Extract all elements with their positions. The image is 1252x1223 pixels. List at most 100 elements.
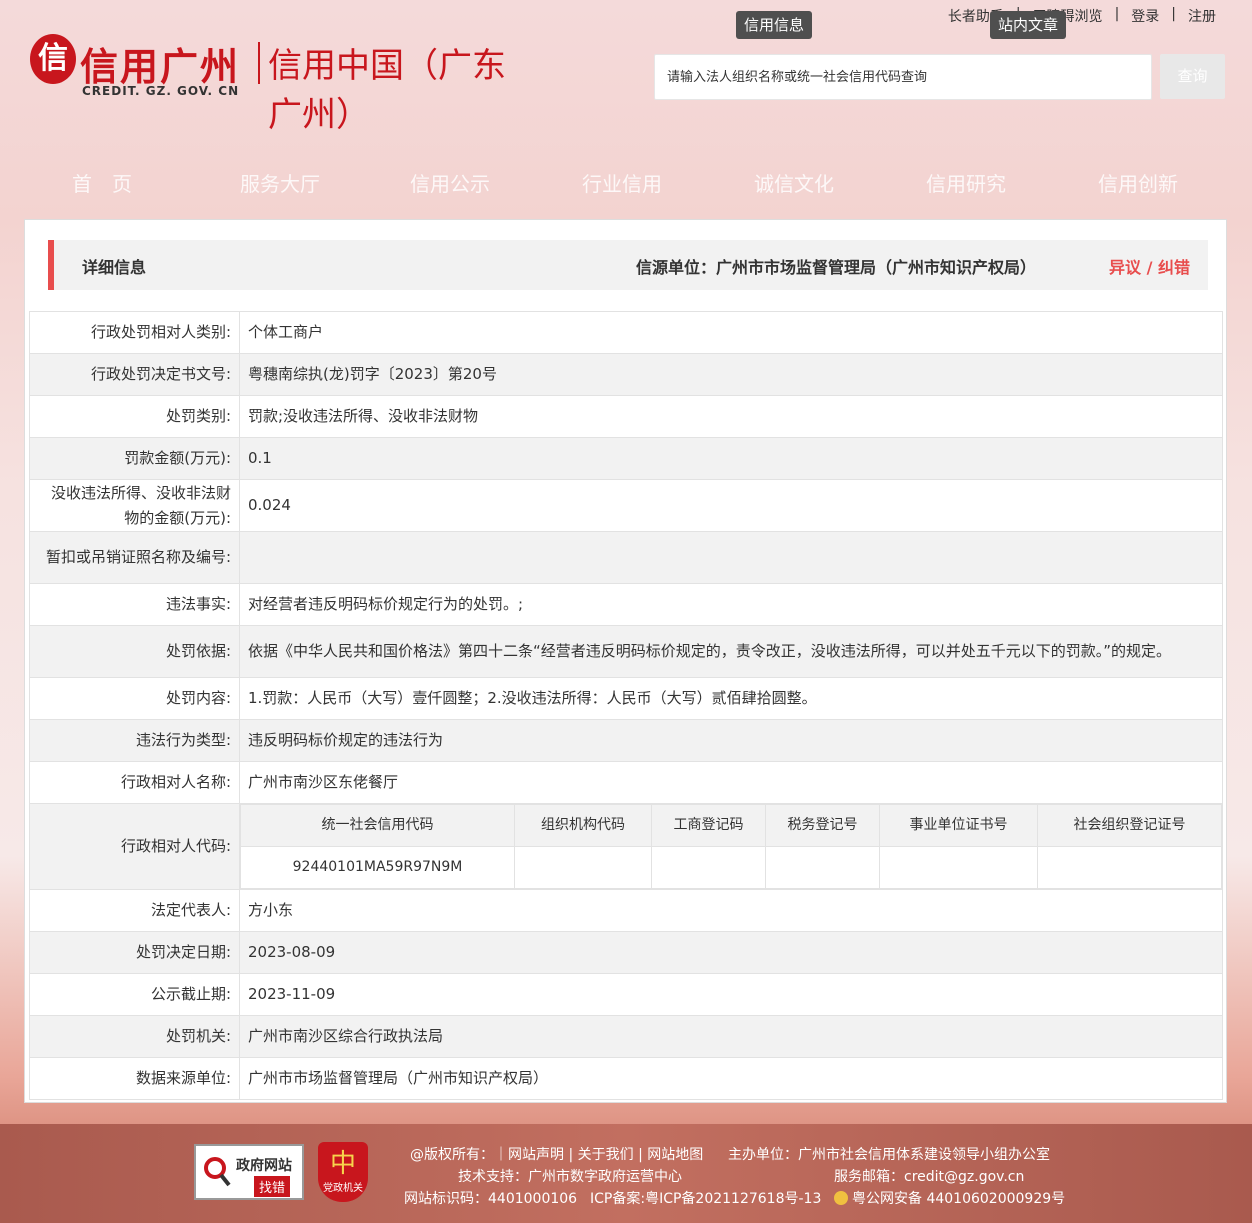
- codes-value: [651, 846, 766, 889]
- codes-header: 组织机构代码: [514, 804, 652, 847]
- table-row: 违法事实: 对经营者违反明码标价规定行为的处罚。;: [29, 583, 1223, 626]
- row-value: 广州市市场监督管理局（广州市知识产权局）: [239, 1057, 1223, 1100]
- objection-link[interactable]: 异议 / 纠错: [1109, 254, 1190, 278]
- codes-header: 税务登记号: [765, 804, 880, 847]
- codes-value: [514, 846, 652, 889]
- row-value: 1.罚款：人民币（大写）壹仟圆整；2.没收违法所得：人民币（大写）贰佰肆拾圆整。: [239, 677, 1223, 720]
- table-row: 行政相对人代码: 统一社会信用代码 组织机构代码 工商登记码 税务登记号 事业单…: [29, 803, 1223, 890]
- logo-subtitle: 信用中国（广东广州）: [268, 46, 506, 135]
- footer-icp[interactable]: ICP备案:粤ICP备2021127618号-13: [590, 1188, 821, 1208]
- row-label: 没收违法所得、没收非法财物的金额(万元):: [29, 479, 240, 532]
- row-label: 公示截止期:: [29, 973, 240, 1016]
- codes-header-row: 统一社会信用代码 组织机构代码 工商登记码 税务登记号 事业单位证书号 社会组织…: [240, 804, 1222, 847]
- logo-domain: CREDIT. GZ. GOV. CN: [82, 84, 240, 98]
- table-row: 处罚机关: 广州市南沙区综合行政执法局: [29, 1015, 1223, 1058]
- table-row: 公示截止期: 2023-11-09: [29, 973, 1223, 1016]
- nav-credit-research[interactable]: 信用研究: [926, 168, 1006, 197]
- row-label: 处罚机关:: [29, 1015, 240, 1058]
- nav-home[interactable]: 首 页: [72, 168, 132, 197]
- codes-header: 统一社会信用代码: [240, 804, 515, 847]
- panel-title: 详细信息: [82, 258, 147, 277]
- footer-copyright-links[interactable]: @版权所有：｜网站声明 | 关于我们 | 网站地图: [410, 1144, 703, 1164]
- row-value: 罚款;没收违法所得、没收非法财物: [239, 395, 1223, 438]
- top-links: 长者助手| 无障碍浏览| 登录| 注册: [936, 6, 1228, 26]
- gov-badge-title: 政府网站: [236, 1158, 292, 1174]
- row-value: [239, 531, 1223, 584]
- table-row: 暂扣或吊销证照名称及编号:: [29, 531, 1223, 584]
- table-row: 行政处罚相对人类别: 个体工商户: [29, 311, 1223, 354]
- row-value: 违反明码标价规定的违法行为: [239, 719, 1223, 762]
- login-link[interactable]: 登录: [1119, 6, 1171, 26]
- table-row: 违法行为类型: 违反明码标价规定的违法行为: [29, 719, 1223, 762]
- row-value: 依据《中华人民共和国价格法》第四十二条“经营者违反明码标价规定的，责令改正，没收…: [239, 625, 1223, 678]
- logo-divider: [258, 42, 260, 84]
- footer-police-record[interactable]: 粤公网安备 44010602000929号: [834, 1188, 1065, 1208]
- row-label: 违法事实:: [29, 583, 240, 626]
- nav-service-hall[interactable]: 服务大厅: [240, 168, 320, 197]
- table-row: 处罚类别: 罚款;没收违法所得、没收非法财物: [29, 395, 1223, 438]
- row-value: 方小东: [239, 889, 1223, 932]
- row-value: 对经营者违反明码标价规定行为的处罚。;: [239, 583, 1223, 626]
- row-value: 0.1: [239, 437, 1223, 480]
- source-unit: 信源单位：广州市市场监督管理局（广州市知识产权局）: [635, 258, 1036, 277]
- row-label: 行政相对人代码:: [29, 803, 240, 890]
- gov-site-error-badge[interactable]: 政府网站 找错: [194, 1144, 304, 1200]
- party-emblem-icon: 中: [329, 1149, 356, 1179]
- row-label: 处罚决定日期:: [29, 931, 240, 974]
- row-value: 0.024: [239, 479, 1223, 532]
- search-input[interactable]: 请输入法人组织名称或统一社会信用代码查询: [654, 54, 1152, 100]
- gov-badge-action: 找错: [254, 1176, 291, 1197]
- row-value: 2023-08-09: [239, 931, 1223, 974]
- table-row: 罚款金额(万元): 0.1: [29, 437, 1223, 480]
- party-gov-badge[interactable]: 中 党政机关: [318, 1142, 368, 1202]
- table-row: 法定代表人: 方小东: [29, 889, 1223, 932]
- codes-header: 工商登记码: [651, 804, 766, 847]
- codes-header: 社会组织登记证号: [1037, 804, 1222, 847]
- tab-site-articles[interactable]: 站内文章: [990, 11, 1067, 39]
- row-value: 个体工商户: [239, 311, 1223, 354]
- table-row: 行政相对人名称: 广州市南沙区东佬餐厅: [29, 761, 1223, 804]
- table-row: 处罚内容: 1.罚款：人民币（大写）壹仟圆整；2.没收违法所得：人民币（大写）贰…: [29, 677, 1223, 720]
- table-row: 数据来源单位: 广州市市场监督管理局（广州市知识产权局）: [29, 1057, 1223, 1100]
- table-row: 行政处罚决定书文号: 粤穗南综执(龙)罚字〔2023〕第20号: [29, 353, 1223, 396]
- codes-value: [1037, 846, 1222, 889]
- row-value: 2023-11-09: [239, 973, 1223, 1016]
- footer-site-id: 网站标识码：4401000106: [404, 1191, 578, 1207]
- row-label: 行政处罚决定书文号:: [29, 353, 240, 396]
- nav-credit-innovation[interactable]: 信用创新: [1098, 168, 1178, 197]
- logo-mark-icon: 信: [30, 34, 76, 84]
- nav-credit-public[interactable]: 信用公示: [410, 168, 490, 197]
- nav-industry-credit[interactable]: 行业信用: [582, 168, 662, 197]
- site-logo[interactable]: 信 信用广州 CREDIT. GZ. GOV. CN 信用中国（广东广州）: [30, 34, 530, 135]
- row-label: 处罚内容:: [29, 677, 240, 720]
- table-row: 处罚决定日期: 2023-08-09: [29, 931, 1223, 974]
- site-footer: 政府网站 找错 中 党政机关 @版权所有：｜网站声明 | 关于我们 | 网站地图…: [0, 1124, 1252, 1223]
- codes-value: [765, 846, 880, 889]
- tab-credit-info[interactable]: 信用信息: [736, 11, 813, 39]
- police-badge-icon: [834, 1191, 848, 1205]
- magnifier-icon: [202, 1154, 232, 1192]
- codes-header: 事业单位证书号: [879, 804, 1038, 847]
- row-value: 粤穗南综执(龙)罚字〔2023〕第20号: [239, 353, 1223, 396]
- party-badge-label: 党政机关: [323, 1183, 363, 1194]
- row-label: 处罚类别:: [29, 395, 240, 438]
- main-nav: 首 页 服务大厅 信用公示 行业信用 诚信文化 信用研究 信用创新: [0, 168, 1252, 202]
- search-button[interactable]: 查询: [1160, 54, 1225, 99]
- codes-value-row: 92440101MA59R97N9M: [240, 846, 1222, 889]
- credit-code-value: 92440101MA59R97N9M: [240, 846, 515, 889]
- register-link[interactable]: 注册: [1176, 6, 1228, 26]
- row-label: 违法行为类型:: [29, 719, 240, 762]
- row-label: 行政处罚相对人类别:: [29, 311, 240, 354]
- header-accent-bar: [48, 240, 54, 290]
- codes-cell: 统一社会信用代码 组织机构代码 工商登记码 税务登记号 事业单位证书号 社会组织…: [239, 803, 1223, 890]
- police-record-text: 粤公网安备 44010602000929号: [852, 1191, 1066, 1207]
- nav-integrity-culture[interactable]: 诚信文化: [754, 168, 834, 197]
- row-value: 广州市南沙区东佬餐厅: [239, 761, 1223, 804]
- table-row: 处罚依据: 依据《中华人民共和国价格法》第四十二条“经营者违反明码标价规定的，责…: [29, 625, 1223, 678]
- codes-value: [879, 846, 1038, 889]
- row-label: 法定代表人:: [29, 889, 240, 932]
- detail-panel: 详细信息 信源单位：广州市市场监督管理局（广州市知识产权局） 异议 / 纠错 行…: [24, 219, 1227, 1103]
- table-row: 没收违法所得、没收非法财物的金额(万元): 0.024: [29, 479, 1223, 532]
- row-label: 行政相对人名称:: [29, 761, 240, 804]
- site-header: 信 信用广州 CREDIT. GZ. GOV. CN 信用中国（广东广州） 长者…: [0, 0, 1252, 220]
